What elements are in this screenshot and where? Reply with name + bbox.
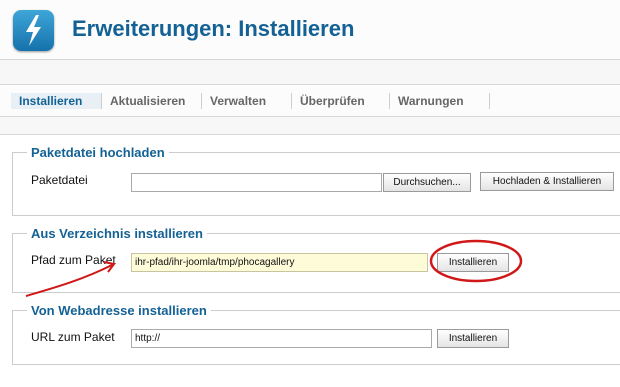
tab-warnungen[interactable]: Warnungen — [390, 93, 490, 109]
upload-install-button[interactable]: Hochladen & Installieren — [480, 172, 614, 191]
url-input[interactable]: http:// — [131, 329, 432, 348]
tab-bar: Installieren Aktualisieren Verwalten Übe… — [0, 84, 620, 117]
tab-aktualisieren[interactable]: Aktualisieren — [102, 93, 202, 109]
tab-installieren[interactable]: Installieren — [11, 93, 102, 109]
upload-label: Paketdatei — [31, 173, 88, 187]
tab-verwalten[interactable]: Verwalten — [202, 93, 292, 109]
directory-legend: Aus Verzeichnis installieren — [31, 226, 203, 241]
directory-path-input[interactable]: ihr-pfad/ihr-joomla/tmp/phocagallery — [131, 253, 428, 272]
header: Erweiterungen: Installieren — [0, 0, 620, 60]
browse-button[interactable]: Durchsuchen... — [383, 173, 471, 192]
url-install-button[interactable]: Installieren — [437, 329, 509, 348]
page-title: Erweiterungen: Installieren — [72, 16, 355, 41]
upload-legend: Paketdatei hochladen — [31, 145, 165, 160]
directory-label: Pfad zum Paket — [31, 253, 116, 267]
url-legend: Von Webadresse installieren — [31, 303, 207, 318]
package-file-input[interactable] — [131, 173, 382, 192]
tab-ueberpruefen[interactable]: Überprüfen — [292, 93, 390, 109]
directory-install-button[interactable]: Installieren — [437, 253, 509, 272]
url-label: URL zum Paket — [31, 330, 115, 344]
extension-lightning-icon — [13, 10, 54, 51]
